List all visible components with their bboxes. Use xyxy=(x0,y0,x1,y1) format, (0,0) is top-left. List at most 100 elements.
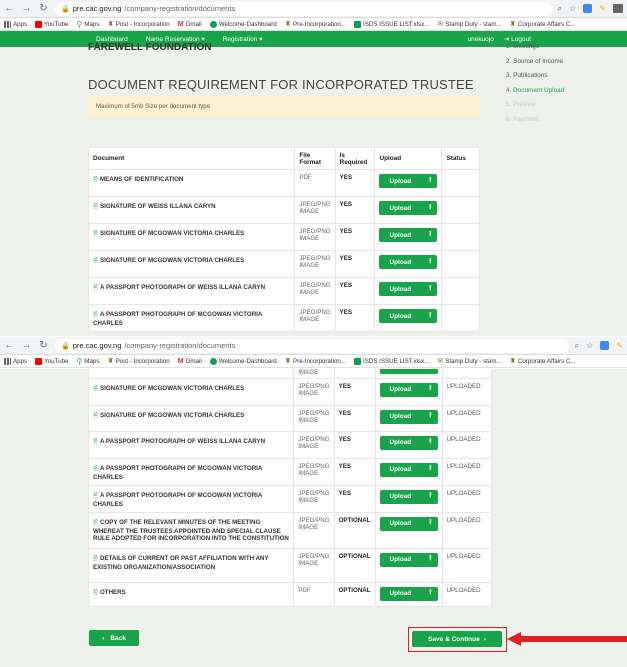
bookmark-item[interactable]: ♜ Pre-Incorporation... xyxy=(284,357,346,366)
upload-button[interactable]: Upload ⭱ xyxy=(379,174,438,188)
upload-button[interactable]: Upload ⭱ xyxy=(379,409,438,424)
bookmark-label: Post - Incorporation xyxy=(115,20,170,28)
forward-arrow-icon[interactable]: → xyxy=(21,337,32,355)
upload-button[interactable]: Upload ⭱ xyxy=(379,201,438,215)
bookmark-item[interactable]: ♜ Pre-Incorporation... xyxy=(284,20,346,29)
upload-button[interactable]: Upload ⭱ xyxy=(379,552,438,567)
bookmark-item[interactable]: ISDS ISSUE LIST.xlsx... xyxy=(354,357,429,365)
bookmark-item[interactable]: YouTube xyxy=(35,357,68,365)
upload-icon: ⭱ xyxy=(429,589,432,596)
table-row: 🗎 A PASSPORT PHOTOGRAPH OF WEISS ILLANA C… xyxy=(87,277,480,305)
status-cell: UPLOADED xyxy=(441,511,493,549)
required-cell: YES xyxy=(333,457,376,486)
bookmark-item[interactable]: ♜ Corporate Affairs C... xyxy=(509,20,576,29)
upload-icon: ⭱ xyxy=(429,257,432,265)
bookmark-item[interactable]: Welcome-Dashboard xyxy=(209,357,277,365)
pen-icon[interactable]: ✎ xyxy=(616,341,623,350)
bookmark-item[interactable]: M Gmail xyxy=(178,358,202,365)
coat-of-arms-icon: ♜ xyxy=(509,21,516,28)
bookmark-item[interactable]: ✉ Stamp Duty - stam... xyxy=(437,357,501,366)
upload-button[interactable]: Upload ⭱ xyxy=(379,228,438,242)
save-continue-button[interactable]: Save & Continue › xyxy=(412,631,502,647)
reload-icon[interactable]: ↻ xyxy=(38,0,49,18)
step-item[interactable]: 3. Publications xyxy=(506,69,564,84)
apps-grid-icon xyxy=(4,20,11,28)
document-name-cell: 🗎 DETAILS OF CURRENT OR PAST AFFILIATION … xyxy=(87,547,295,583)
upload-button[interactable]: Upload ⭱ xyxy=(379,282,438,296)
extension-icon[interactable] xyxy=(600,341,610,350)
extension-icon[interactable] xyxy=(583,4,593,13)
file-icon: 🗎 xyxy=(93,230,98,237)
bookmark-item[interactable]: ♜ Post - Incorporation xyxy=(107,20,170,29)
coat-of-arms-icon: ♜ xyxy=(284,358,292,365)
table-row: 🗎 SIGNATURE OF MCGOWAN VICTORIA CHARLES JP… xyxy=(87,223,480,251)
address-bar[interactable]: 🔒 pre.cac.gov.ng/company-registration/do… xyxy=(55,338,569,353)
back-button[interactable]: ‹ Back xyxy=(89,630,139,646)
required-cell: YES xyxy=(334,196,376,224)
required-cell: OPTIONAL xyxy=(333,511,376,549)
star-icon[interactable]: ☆ xyxy=(586,341,593,350)
file-format-cell: JPEG/PNG IMAGE xyxy=(294,223,336,251)
upload-button[interactable]: Upload ⭱ xyxy=(379,382,438,397)
upload-button[interactable]: Upload ⭱ xyxy=(379,516,438,531)
browser-toolbar: ← → ↻ 🔒 pre.cac.gov.ng/company-registrat… xyxy=(0,0,627,18)
table-row: 🗎 SIGNATURE OF MCGOWAN VICTORIA CHARLES JP… xyxy=(87,250,480,278)
step-item[interactable]: 1. Meetings xyxy=(506,40,564,55)
coat-of-arms-icon: ♜ xyxy=(284,21,292,28)
document-name-cell: 🗎 A PASSPORT PHOTOGRAPH OF MCGOWAN VICTOR… xyxy=(87,457,295,486)
file-icon: 🗎 xyxy=(93,464,98,472)
printer-icon[interactable] xyxy=(613,4,623,13)
upload-button[interactable]: Upload ⭱ xyxy=(379,462,438,477)
status-cell xyxy=(441,223,480,251)
reload-icon[interactable]: ↻ xyxy=(38,337,49,355)
star-icon[interactable]: ☆ xyxy=(569,4,576,13)
bookmarks-bar: Apps YouTube ⚲ Maps ♜ Post - Incorporation M Gm… xyxy=(0,18,627,31)
document-name-cell: 🗎 SIGNATURE OF MCGOWAN VICTORIA CHARLES xyxy=(87,404,295,432)
coat-of-arms-icon: ♜ xyxy=(509,358,516,365)
nav-user[interactable]: unekuojo xyxy=(467,36,493,43)
required-cell: YES xyxy=(334,169,376,197)
document-name-cell: 🗎 MEANS OF IDENTIFICATION xyxy=(87,169,296,197)
step-item[interactable]: 6. Payment xyxy=(506,113,564,128)
step-item[interactable]: 4. Document Upload xyxy=(506,84,564,99)
upload-cell: Upload ⭱ xyxy=(374,196,443,224)
zoom-icon[interactable]: ⌕ xyxy=(558,4,562,14)
address-bar[interactable]: 🔒 pre.cac.gov.ng/company-registration/do… xyxy=(55,1,552,16)
bookmark-item[interactable]: ⚲ Maps xyxy=(76,20,99,29)
upload-button[interactable]: Upload ⭱ xyxy=(379,489,438,504)
status-cell: UPLOADED xyxy=(441,581,493,607)
back-arrow-icon[interactable]: ← xyxy=(4,0,15,18)
required-cell: OPTIONAL xyxy=(333,547,376,583)
zoom-icon[interactable]: ⌕ xyxy=(575,341,579,351)
bookmark-item[interactable]: Welcome-Dashboard xyxy=(209,20,277,28)
step-item[interactable]: 2. Source of Income xyxy=(506,55,564,70)
upload-button[interactable]: Upload ⭱ xyxy=(379,586,438,601)
file-format-cell: JPEG/PNG IMAGE xyxy=(293,484,335,513)
bookmark-item[interactable]: ✉ Stamp Duty - stam... xyxy=(437,20,501,29)
bookmark-item[interactable]: ♜ Corporate Affairs C... xyxy=(509,357,576,366)
documents-table-bottom: IMAGE 🗎 SIGNATURE OF MCGOWAN VICTORIA CHA… xyxy=(87,369,493,607)
bookmark-item[interactable]: Apps xyxy=(4,20,27,28)
youtube-icon xyxy=(35,20,43,28)
bookmark-item[interactable]: Apps xyxy=(4,357,27,365)
upload-icon: ⭱ xyxy=(429,465,432,472)
bookmark-item[interactable]: YouTube xyxy=(35,20,68,28)
forward-arrow-icon[interactable]: → xyxy=(21,0,32,18)
bookmark-item[interactable]: M Gmail xyxy=(178,21,202,28)
upload-button[interactable]: Upload ⭱ xyxy=(379,255,438,269)
document-name-cell: 🗎 A PASSPORT PHOTOGRAPH OF MCGOWAN VICTOR… xyxy=(87,484,295,513)
required-cell: YES xyxy=(334,277,376,305)
table-row: 🗎 COPY OF THE RELEVANT MINUTES OF THE MEE… xyxy=(87,511,493,549)
bookmark-item[interactable]: ⚲ Maps xyxy=(76,357,99,366)
document-name-cell: 🗎 COPY OF THE RELEVANT MINUTES OF THE MEE… xyxy=(87,511,295,549)
bookmark-item[interactable]: ♜ Post - Incorporation xyxy=(107,357,169,366)
bookmark-item[interactable]: ISDS ISSUE LIST.xlsx... xyxy=(354,20,429,28)
upload-icon: ⭱ xyxy=(429,438,432,445)
upload-button[interactable]: Upload ⭱ xyxy=(379,309,438,323)
nav-registration[interactable]: Registration ▾ xyxy=(223,35,263,43)
pen-icon[interactable]: ✎ xyxy=(599,4,606,13)
upload-button[interactable]: Upload ⭱ xyxy=(379,435,438,450)
back-arrow-icon[interactable]: ← xyxy=(4,337,15,355)
step-item[interactable]: 5. Preview xyxy=(506,98,564,113)
upload-icon: ⭱ xyxy=(429,311,432,319)
